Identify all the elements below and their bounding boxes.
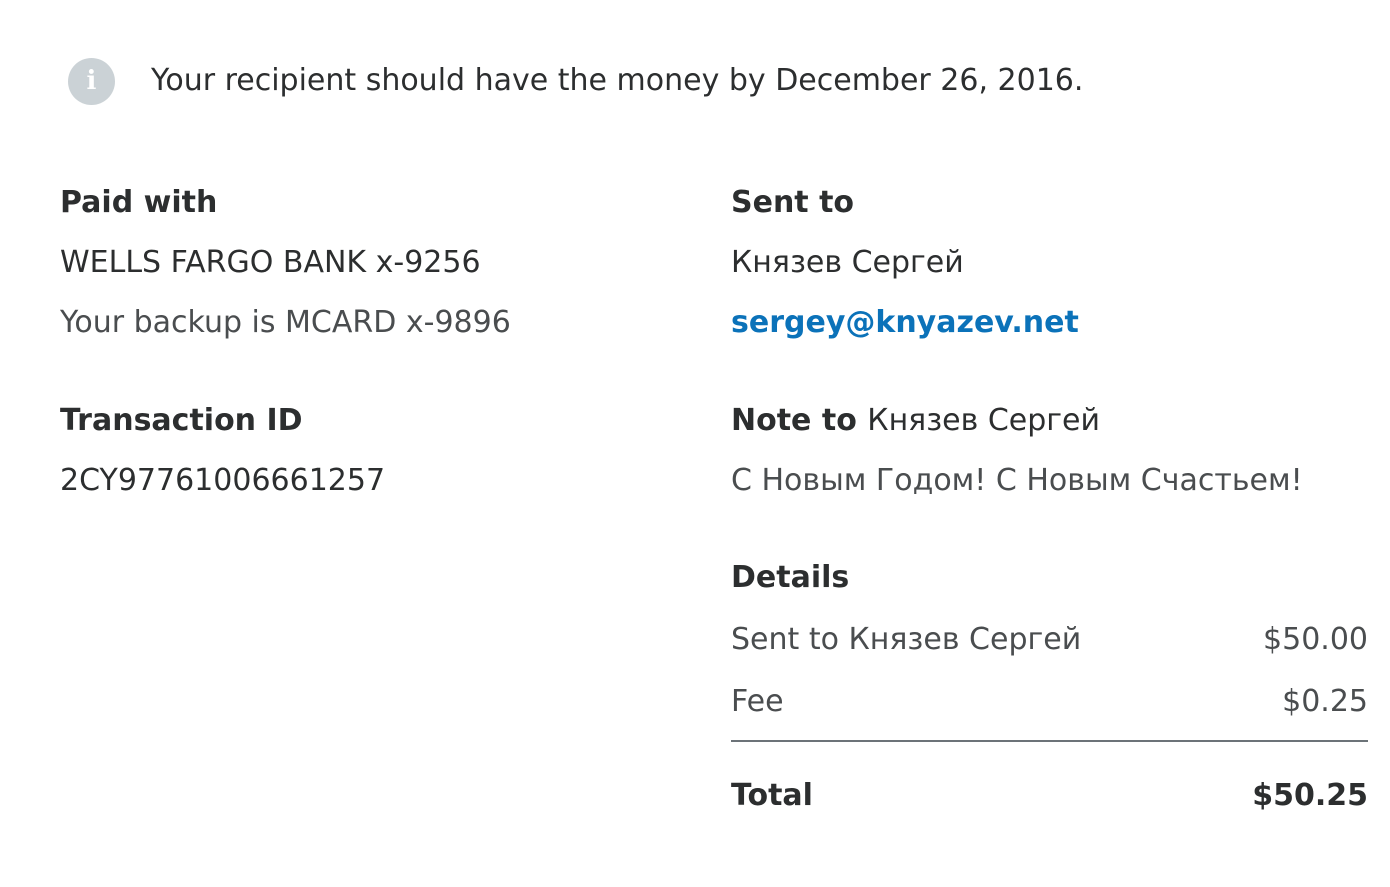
note-heading-recipient: Князев Сергей xyxy=(867,403,1101,438)
info-icon: i xyxy=(68,57,115,105)
details-divider xyxy=(731,740,1368,742)
details-row-label: Fee xyxy=(731,684,784,719)
details-row-amount: $0.25 xyxy=(1282,684,1368,719)
total-row: Total $50.25 xyxy=(731,778,1368,813)
note-heading: Note to Князев Сергей xyxy=(731,403,1100,438)
details-row-label: Sent to Князев Сергей xyxy=(731,622,1082,657)
recipient-email-link[interactable]: sergey@knyazev.net xyxy=(731,305,1079,340)
sent-to-heading: Sent to xyxy=(731,185,855,220)
total-label: Total xyxy=(731,778,813,813)
details-heading: Details xyxy=(731,560,850,595)
note-text: С Новым Годом! С Новым Счастьем! xyxy=(731,463,1303,498)
total-amount: $50.25 xyxy=(1252,778,1368,813)
transaction-id-heading: Transaction ID xyxy=(60,403,303,438)
paid-with-heading: Paid with xyxy=(60,185,218,220)
backup-funding-source: Your backup is MCARD x-9896 xyxy=(60,305,511,340)
delivery-notice: i Your recipient should have the money b… xyxy=(68,57,1083,105)
note-heading-prefix: Note to xyxy=(731,403,857,438)
funding-source: WELLS FARGO BANK x-9256 xyxy=(60,245,481,280)
details-row: Sent to Князев Сергей $50.00 xyxy=(731,622,1368,657)
details-row: Fee $0.25 xyxy=(731,684,1368,719)
recipient-name: Князев Сергей xyxy=(731,245,964,280)
delivery-notice-text: Your recipient should have the money by … xyxy=(151,63,1084,98)
transaction-id-value: 2CY97761006661257 xyxy=(60,463,386,498)
details-row-amount: $50.00 xyxy=(1263,622,1368,657)
